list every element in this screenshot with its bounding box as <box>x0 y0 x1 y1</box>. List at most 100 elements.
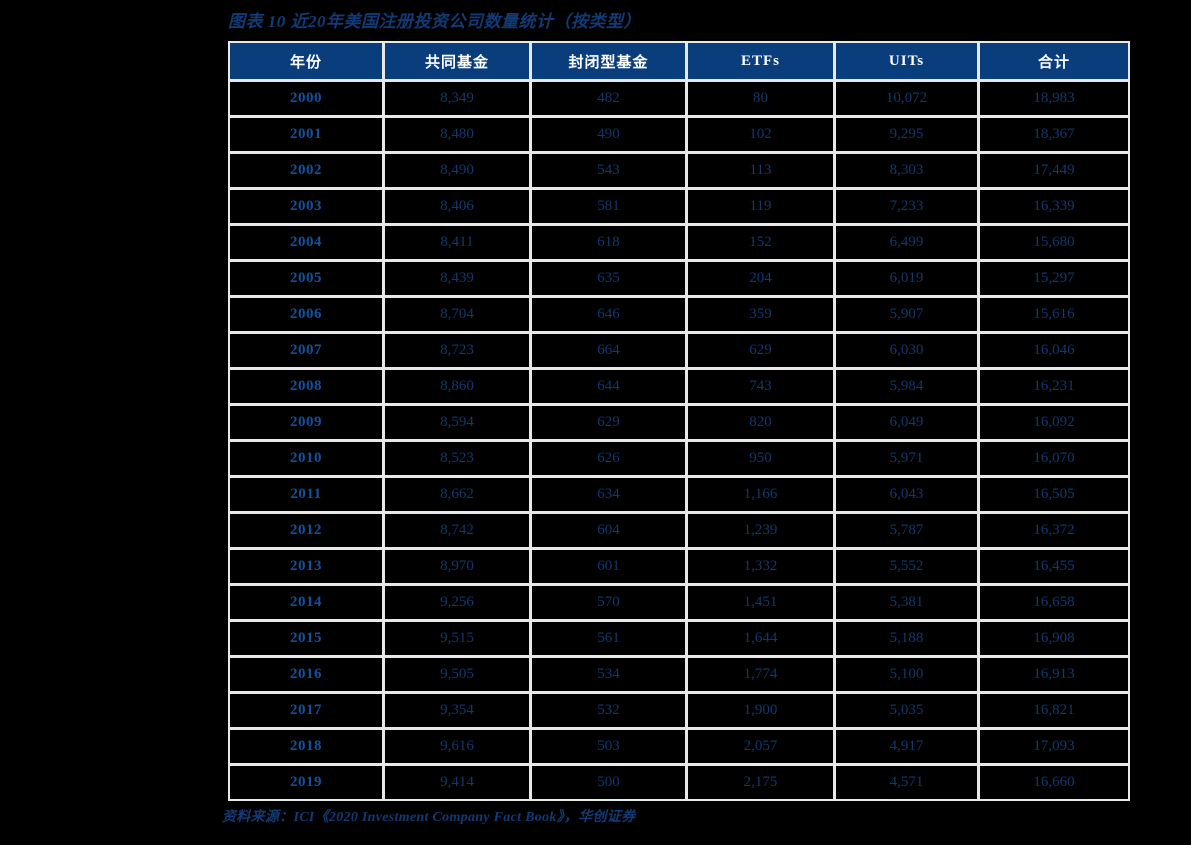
cell-value: 16,908 <box>980 622 1128 658</box>
cell-value: 8,662 <box>385 478 532 514</box>
cell-value: 9,505 <box>385 658 532 694</box>
cell-year: 2005 <box>230 262 385 298</box>
cell-value: 5,971 <box>836 442 980 478</box>
cell-year: 2007 <box>230 334 385 370</box>
cell-value: 500 <box>532 766 688 799</box>
cell-value: 15,680 <box>980 226 1128 262</box>
cell-value: 18,367 <box>980 118 1128 154</box>
cell-value: 18,983 <box>980 82 1128 118</box>
cell-value: 581 <box>532 190 688 226</box>
table-row: 2004 8,411 618 152 6,499 15,680 <box>230 226 1128 262</box>
cell-value: 17,449 <box>980 154 1128 190</box>
cell-value: 16,372 <box>980 514 1128 550</box>
cell-value: 1,900 <box>688 694 836 730</box>
cell-value: 5,035 <box>836 694 980 730</box>
cell-value: 9,616 <box>385 730 532 766</box>
cell-value: 1,332 <box>688 550 836 586</box>
table-row: 2010 8,523 626 950 5,971 16,070 <box>230 442 1128 478</box>
cell-value: 9,414 <box>385 766 532 799</box>
cell-year: 2009 <box>230 406 385 442</box>
table-row: 2007 8,723 664 629 6,030 16,046 <box>230 334 1128 370</box>
cell-value: 6,019 <box>836 262 980 298</box>
cell-value: 8,723 <box>385 334 532 370</box>
cell-value: 6,043 <box>836 478 980 514</box>
cell-value: 102 <box>688 118 836 154</box>
cell-value: 5,787 <box>836 514 980 550</box>
table-row: 2005 8,439 635 204 6,019 15,297 <box>230 262 1128 298</box>
cell-year: 2011 <box>230 478 385 514</box>
cell-value: 646 <box>532 298 688 334</box>
cell-value: 5,984 <box>836 370 980 406</box>
cell-value: 5,188 <box>836 622 980 658</box>
cell-value: 664 <box>532 334 688 370</box>
table-row: 2017 9,354 532 1,900 5,035 16,821 <box>230 694 1128 730</box>
table-row: 2009 8,594 629 820 6,049 16,092 <box>230 406 1128 442</box>
cell-value: 1,166 <box>688 478 836 514</box>
cell-year: 2019 <box>230 766 385 799</box>
cell-value: 618 <box>532 226 688 262</box>
cell-value: 5,381 <box>836 586 980 622</box>
table-row: 2001 8,480 490 102 9,295 18,367 <box>230 118 1128 154</box>
cell-value: 15,297 <box>980 262 1128 298</box>
cell-value: 490 <box>532 118 688 154</box>
cell-year: 2018 <box>230 730 385 766</box>
cell-value: 17,093 <box>980 730 1128 766</box>
cell-value: 1,644 <box>688 622 836 658</box>
cell-value: 561 <box>532 622 688 658</box>
cell-year: 2004 <box>230 226 385 262</box>
column-header-etfs: ETFs <box>688 43 836 82</box>
table-row: 2003 8,406 581 119 7,233 16,339 <box>230 190 1128 226</box>
column-header-year: 年份 <box>230 43 385 82</box>
cell-value: 626 <box>532 442 688 478</box>
table-header: 年份 共同基金 封闭型基金 ETFs UITs 合计 <box>230 43 1128 82</box>
table-row: 2013 8,970 601 1,332 5,552 16,455 <box>230 550 1128 586</box>
cell-year: 2016 <box>230 658 385 694</box>
cell-value: 8,411 <box>385 226 532 262</box>
cell-year: 2017 <box>230 694 385 730</box>
cell-year: 2000 <box>230 82 385 118</box>
cell-value: 16,070 <box>980 442 1128 478</box>
cell-value: 8,490 <box>385 154 532 190</box>
cell-value: 16,821 <box>980 694 1128 730</box>
cell-value: 8,860 <box>385 370 532 406</box>
report-exhibit-page: 图表 10 近20年美国注册投资公司数量统计（按类型） 年份 共同基金 封闭型基… <box>0 0 1191 845</box>
cell-value: 629 <box>532 406 688 442</box>
cell-value: 16,505 <box>980 478 1128 514</box>
table-row: 2012 8,742 604 1,239 5,787 16,372 <box>230 514 1128 550</box>
table-row: 2014 9,256 570 1,451 5,381 16,658 <box>230 586 1128 622</box>
cell-value: 9,354 <box>385 694 532 730</box>
table-row: 2006 8,704 646 359 5,907 15,616 <box>230 298 1128 334</box>
investment-company-count-table: 年份 共同基金 封闭型基金 ETFs UITs 合计 2000 8,349 482 8… <box>228 41 1130 801</box>
cell-value: 629 <box>688 334 836 370</box>
table-row: 2019 9,414 500 2,175 4,571 16,660 <box>230 766 1128 799</box>
cell-value: 5,907 <box>836 298 980 334</box>
cell-value: 7,233 <box>836 190 980 226</box>
cell-year: 2010 <box>230 442 385 478</box>
cell-value: 8,523 <box>385 442 532 478</box>
cell-value: 743 <box>688 370 836 406</box>
cell-year: 2003 <box>230 190 385 226</box>
cell-value: 16,455 <box>980 550 1128 586</box>
source-note: 资料来源：ICI《2020 Investment Company Fact Bo… <box>222 810 636 825</box>
cell-value: 16,913 <box>980 658 1128 694</box>
cell-value: 604 <box>532 514 688 550</box>
cell-value: 1,239 <box>688 514 836 550</box>
cell-value: 534 <box>532 658 688 694</box>
table-header-row: 年份 共同基金 封闭型基金 ETFs UITs 合计 <box>230 43 1128 82</box>
cell-value: 119 <box>688 190 836 226</box>
cell-value: 4,571 <box>836 766 980 799</box>
cell-value: 601 <box>532 550 688 586</box>
cell-value: 8,439 <box>385 262 532 298</box>
data-table: 年份 共同基金 封闭型基金 ETFs UITs 合计 2000 8,349 482 8… <box>230 43 1128 799</box>
page-title: 图表 10 近20年美国注册投资公司数量统计（按类型） <box>228 12 641 31</box>
cell-value: 543 <box>532 154 688 190</box>
cell-year: 2008 <box>230 370 385 406</box>
table-body: 2000 8,349 482 80 10,072 18,983 2001 8,480 490 10… <box>230 82 1128 799</box>
cell-value: 15,616 <box>980 298 1128 334</box>
cell-value: 8,303 <box>836 154 980 190</box>
table-row: 2000 8,349 482 80 10,072 18,983 <box>230 82 1128 118</box>
table-row: 2018 9,616 503 2,057 4,917 17,093 <box>230 730 1128 766</box>
cell-value: 8,742 <box>385 514 532 550</box>
table-row: 2008 8,860 644 743 5,984 16,231 <box>230 370 1128 406</box>
cell-value: 570 <box>532 586 688 622</box>
